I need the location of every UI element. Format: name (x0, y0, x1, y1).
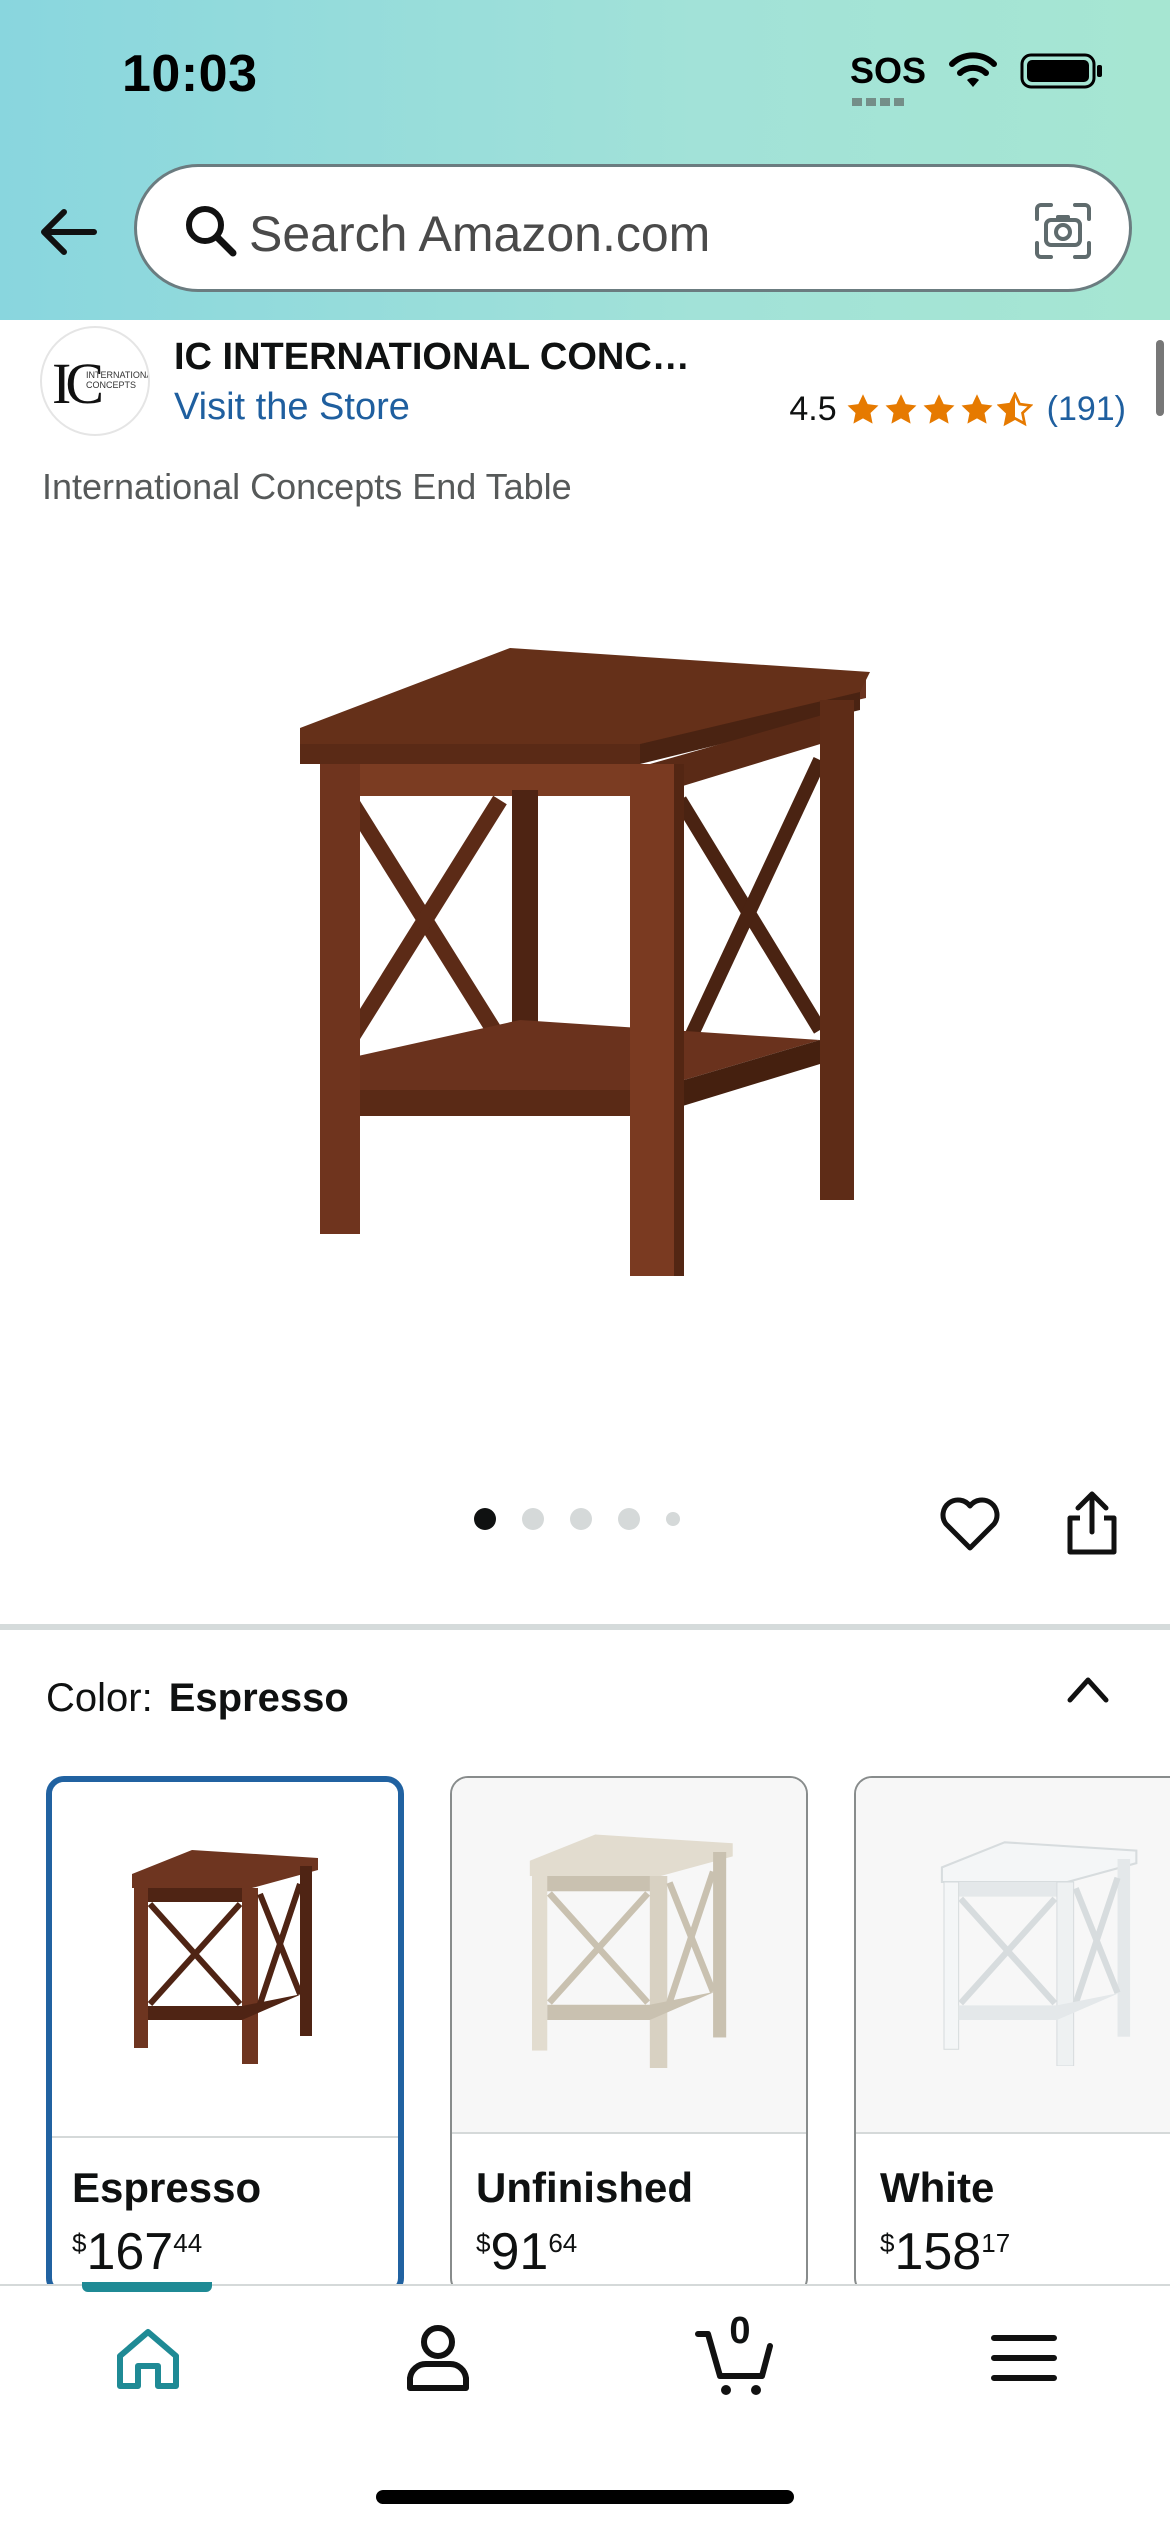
account-icon[interactable] (396, 2316, 480, 2400)
star-full-icon (885, 393, 917, 424)
price-whole: 91 (490, 2223, 549, 2281)
brand-name[interactable]: IC INTERNATIONAL CONC… (174, 336, 690, 379)
scrollbar[interactable] (1156, 340, 1164, 416)
image-carousel-dots[interactable] (474, 1508, 680, 1530)
app-header: 10:03 SOS Search Amazon.com (0, 0, 1170, 320)
carousel-dot[interactable] (618, 1508, 640, 1530)
color-option-name: Unfinished (476, 2164, 693, 2211)
wifi-icon (949, 52, 997, 87)
visit-store-link[interactable]: Visit the Store (174, 386, 410, 429)
price-fraction: 64 (548, 2228, 578, 2258)
star-full-icon (847, 393, 879, 424)
nav-active-indicator (82, 2282, 212, 2292)
carousel-dot[interactable] (570, 1508, 592, 1530)
store-logo[interactable]: IC INTERNATIONAL CONCEPTS (40, 326, 150, 436)
swatch-thumbnail (52, 1782, 398, 2138)
price-whole: 167 (86, 2223, 174, 2281)
color-selector-label: Color: Espresso (46, 1676, 349, 1721)
rating-summary[interactable]: 4.5 (191) (789, 390, 1126, 429)
status-time: 10:03 (122, 45, 258, 103)
swatch-table-image (940, 1841, 1138, 2066)
color-label-text: Color: (46, 1676, 153, 1720)
color-option-price: $15817 (880, 2222, 1010, 2282)
search-bar[interactable]: Search Amazon.com (134, 164, 1132, 292)
rating-count-link[interactable]: (191) (1047, 390, 1126, 429)
color-option-price: $9164 (476, 2222, 577, 2282)
price-fraction: 17 (981, 2228, 1011, 2258)
logo-subtext: INTERNATIONAL CONCEPTS (86, 370, 150, 390)
sos-indicator: SOS (849, 50, 926, 106)
rating-value: 4.5 (789, 390, 837, 428)
camera-search-icon[interactable] (1031, 199, 1095, 263)
menu-icon[interactable] (982, 2316, 1066, 2400)
price-whole: 158 (894, 2223, 982, 2281)
star-full-icon (961, 393, 993, 424)
signal-dots (851, 98, 908, 106)
price-currency: $ (476, 2228, 491, 2258)
swatch-table-image (132, 1850, 318, 2064)
swatch-thumbnail (856, 1778, 1170, 2134)
sos-label: SOS (849, 50, 926, 91)
selected-color: Espresso (168, 1676, 349, 1720)
star-full-icon (923, 393, 955, 424)
search-icon (186, 206, 237, 257)
price-fraction: 44 (173, 2228, 203, 2258)
swatch-thumbnail (452, 1778, 806, 2134)
price-currency: $ (72, 2228, 87, 2258)
back-arrow-icon[interactable] (36, 200, 100, 264)
star-rating (845, 391, 1033, 428)
cart-count-badge: 0 (729, 2310, 751, 2352)
home-indicator (376, 2490, 794, 2504)
color-option-name: Espresso (72, 2164, 262, 2211)
color-option-price: $16744 (72, 2222, 202, 2282)
star-half-icon (996, 391, 1033, 426)
product-image[interactable] (280, 640, 900, 1280)
price-currency: $ (880, 2228, 895, 2258)
chevron-up-icon[interactable] (1064, 1668, 1112, 1708)
heart-icon[interactable] (938, 1492, 1002, 1556)
product-title: International Concepts End Table (42, 466, 572, 507)
status-indicators: SOS (849, 50, 1104, 106)
carousel-dot[interactable] (522, 1508, 544, 1530)
share-icon[interactable] (1060, 1488, 1124, 1558)
color-option-white[interactable]: White $15817 (854, 1776, 1170, 2296)
section-divider (0, 1624, 1170, 1630)
color-option-unfinished[interactable]: Unfinished $9164 (450, 1776, 808, 2296)
home-icon[interactable] (106, 2316, 190, 2400)
carousel-dot[interactable] (666, 1512, 680, 1526)
battery-icon (1020, 53, 1102, 89)
color-option-espresso[interactable]: Espresso $16744 (46, 1776, 404, 2296)
color-option-name: White (880, 2164, 995, 2211)
carousel-dot[interactable] (474, 1508, 496, 1530)
search-input[interactable]: Search Amazon.com (249, 205, 710, 263)
swatch-table-image (529, 1834, 733, 2068)
